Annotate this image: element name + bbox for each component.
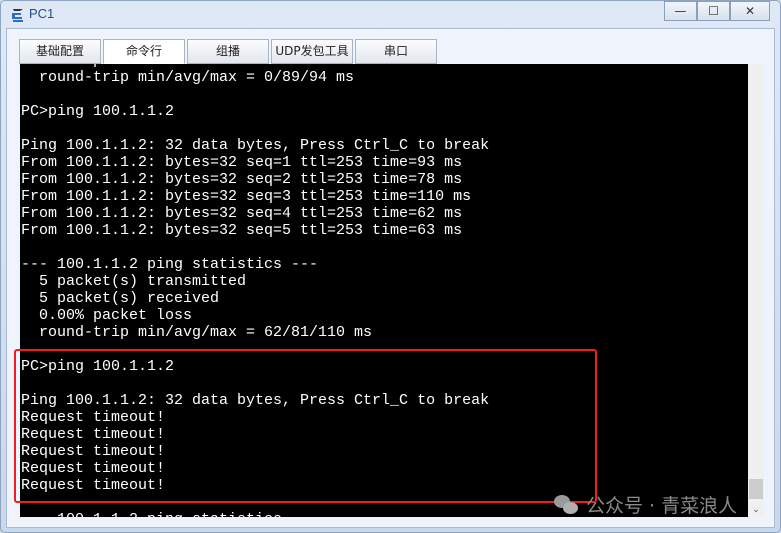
pc1-window: PC1 — ☐ ✕ 基础配置 命令行 组播 UDP发包工具 串口 0.00% p… <box>0 0 781 533</box>
terminal-line: From 100.1.1.2: bytes=32 seq=4 ttl=253 t… <box>21 205 463 222</box>
terminal-line: From 100.1.1.2: bytes=32 seq=3 ttl=253 t… <box>21 188 472 205</box>
highlight-box <box>14 349 597 503</box>
minimize-button[interactable]: — <box>664 1 697 21</box>
terminal-line: Ping 100.1.1.2: 32 data bytes, Press Ctr… <box>21 137 490 154</box>
tab-serial[interactable]: 串口 <box>355 39 437 64</box>
terminal-line: --- 100.1.1.2 ping statistics --- <box>21 256 319 273</box>
tab-basic-config[interactable]: 基础配置 <box>19 39 101 64</box>
terminal-line: 0.00% packet loss <box>21 307 193 324</box>
tab-bar: 基础配置 命令行 组播 UDP发包工具 串口 <box>19 39 437 64</box>
terminal-line: From 100.1.1.2: bytes=32 seq=5 ttl=253 t… <box>21 222 463 239</box>
watermark-text: 公众号 · 青菜浪人 <box>586 495 738 517</box>
terminal-line: 5 packet(s) transmitted <box>21 273 247 290</box>
scroll-down-icon[interactable]: ⌄ <box>748 505 764 515</box>
tab-multicast[interactable]: 组播 <box>187 39 269 64</box>
window-title: PC1 <box>29 6 55 21</box>
title-bar[interactable]: PC1 — ☐ ✕ <box>1 1 780 27</box>
terminal-line: --- 100.1.1.2 ping statistics --- <box>21 511 489 517</box>
vertical-scrollbar[interactable]: ⌄ <box>748 64 764 517</box>
pc-app-icon <box>12 9 23 22</box>
terminal-line: From 100.1.1.2: bytes=32 seq=2 ttl=253 t… <box>21 171 463 188</box>
terminal-line: 5 packet(s) received <box>21 290 220 307</box>
terminal-line: From 100.1.1.2: bytes=32 seq=1 ttl=253 t… <box>21 154 463 171</box>
tab-command-line[interactable]: 命令行 <box>103 39 185 64</box>
terminal-line: PC>ping 100.1.1.2 <box>21 103 175 120</box>
scrollbar-thumb[interactable] <box>749 479 763 499</box>
maximize-button[interactable]: ☐ <box>697 1 730 21</box>
tab-udp-tool[interactable]: UDP发包工具 <box>271 39 353 64</box>
terminal-line: round-trip min/avg/max = 62/81/110 ms <box>21 324 373 341</box>
wechat-icon <box>554 494 580 515</box>
watermark: 公众号 · 青菜浪人 <box>554 491 737 518</box>
close-button[interactable]: ✕ <box>730 1 770 21</box>
terminal-line: round-trip min/avg/max = 0/89/94 ms <box>21 69 355 86</box>
